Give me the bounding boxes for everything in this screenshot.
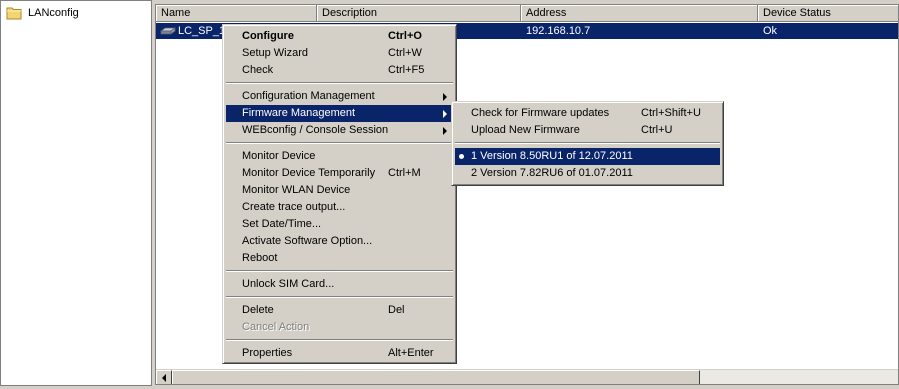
menu-item-cancel-action: Cancel Action (226, 319, 453, 336)
context-menu: Configure Ctrl+O Setup Wizard Ctrl+W Che… (222, 24, 457, 364)
menu-item-webconfig-console-session[interactable]: WEBconfig / Console Session (226, 122, 453, 139)
tree-item-label: LANconfig (28, 7, 79, 19)
menu-item-label: Configuration Management (242, 90, 375, 102)
menu-item-configuration-management[interactable]: Configuration Management (226, 88, 453, 105)
arrow-left-icon (162, 374, 166, 382)
cell-address: 192.168.10.7 (526, 25, 591, 37)
menu-separator (226, 296, 453, 298)
tree-pane[interactable]: LANconfig (0, 0, 152, 386)
menu-item-firmware-version-2[interactable]: 2 Version 7.82RU6 of 01.07.2011 (455, 165, 720, 182)
radio-bullet-icon (459, 154, 464, 159)
menu-item-shortcut: Ctrl+U (641, 124, 673, 136)
menu-item-monitor-device[interactable]: Monitor Device (226, 148, 453, 165)
menu-item-upload-new-firmware[interactable]: Upload New Firmware Ctrl+U (455, 122, 720, 139)
submenu-arrow-icon (443, 93, 447, 101)
firmware-submenu: Check for Firmware updates Ctrl+Shift+U … (451, 101, 724, 186)
menu-item-monitor-device-temporarily[interactable]: Monitor Device Temporarily Ctrl+M (226, 165, 453, 182)
column-header-description[interactable]: Description (317, 5, 521, 22)
submenu-arrow-icon (443, 127, 447, 135)
menu-item-activate-software-option[interactable]: Activate Software Option... (226, 233, 453, 250)
cell-name: LC_SP_1 (178, 25, 223, 37)
menu-item-label: Set Date/Time... (242, 218, 322, 230)
menu-item-firmware-version-1[interactable]: 1 Version 8.50RU1 of 12.07.2011 (455, 148, 720, 165)
menu-separator (226, 339, 453, 341)
horizontal-scrollbar[interactable] (156, 369, 898, 384)
menu-item-label: Monitor Device (242, 150, 316, 162)
menu-item-shortcut: Ctrl+W (388, 47, 422, 59)
menu-item-label: Create trace output... (242, 201, 346, 213)
column-header-name[interactable]: Name (156, 5, 317, 22)
menu-item-label: Setup Wizard (242, 47, 309, 59)
menu-item-label: Properties (242, 347, 293, 359)
column-header-device-status[interactable]: Device Status (758, 5, 898, 22)
menu-item-shortcut: Ctrl+Shift+U (641, 107, 701, 119)
menu-item-check-firmware-updates[interactable]: Check for Firmware updates Ctrl+Shift+U (455, 105, 720, 122)
menu-item-delete[interactable]: Delete Del (226, 302, 453, 319)
list-header: Name Description Address Device Status (156, 5, 898, 22)
menu-separator (226, 270, 453, 272)
submenu-arrow-icon (443, 110, 447, 118)
menu-item-label: Configure (242, 30, 294, 42)
menu-item-label: Reboot (242, 252, 278, 264)
menu-item-unlock-sim-card[interactable]: Unlock SIM Card... (226, 276, 453, 293)
menu-item-label: Check for Firmware updates (471, 107, 610, 119)
menu-item-check[interactable]: Check Ctrl+F5 (226, 62, 453, 79)
menu-item-label: Cancel Action (242, 321, 310, 333)
menu-item-label: Delete (242, 304, 274, 316)
menu-item-label: Unlock SIM Card... (242, 278, 335, 290)
folder-icon (6, 6, 22, 20)
menu-item-firmware-management[interactable]: Firmware Management (226, 105, 453, 122)
menu-separator (226, 82, 453, 84)
menu-item-shortcut: Ctrl+O (388, 30, 422, 42)
column-header-address[interactable]: Address (521, 5, 758, 22)
menu-item-shortcut: Ctrl+F5 (388, 64, 425, 76)
cell-device-status: Ok (763, 25, 778, 37)
menu-item-label: Upload New Firmware (471, 124, 580, 136)
menu-item-configure[interactable]: Configure Ctrl+O (226, 28, 453, 45)
menu-separator (226, 142, 453, 144)
menu-item-label: 2 Version 7.82RU6 of 01.07.2011 (471, 167, 633, 179)
router-device-icon (159, 26, 177, 36)
menu-item-properties[interactable]: Properties Alt+Enter (226, 345, 453, 362)
menu-item-label: Monitor WLAN Device (242, 184, 351, 196)
menu-item-shortcut: Del (388, 304, 405, 316)
tree-item-lanconfig[interactable]: LANconfig (6, 5, 79, 21)
menu-item-shortcut: Alt+Enter (388, 347, 434, 359)
menu-item-label: 1 Version 8.50RU1 of 12.07.2011 (471, 150, 633, 162)
menu-item-set-date-time[interactable]: Set Date/Time... (226, 216, 453, 233)
menu-item-create-trace-output[interactable]: Create trace output... (226, 199, 453, 216)
menu-item-label: Activate Software Option... (242, 235, 373, 247)
menu-item-reboot[interactable]: Reboot (226, 250, 453, 267)
menu-item-label: Firmware Management (242, 107, 356, 119)
menu-item-label: Monitor Device Temporarily (242, 167, 376, 179)
menu-item-label: Check (242, 64, 274, 76)
scroll-left-button[interactable] (156, 370, 172, 384)
menu-item-monitor-wlan-device[interactable]: Monitor WLAN Device (226, 182, 453, 199)
menu-item-shortcut: Ctrl+M (388, 167, 421, 179)
menu-item-label: WEBconfig / Console Session (242, 124, 389, 136)
scroll-thumb[interactable] (172, 370, 700, 384)
menu-item-setup-wizard[interactable]: Setup Wizard Ctrl+W (226, 45, 453, 62)
menu-separator (455, 142, 720, 144)
